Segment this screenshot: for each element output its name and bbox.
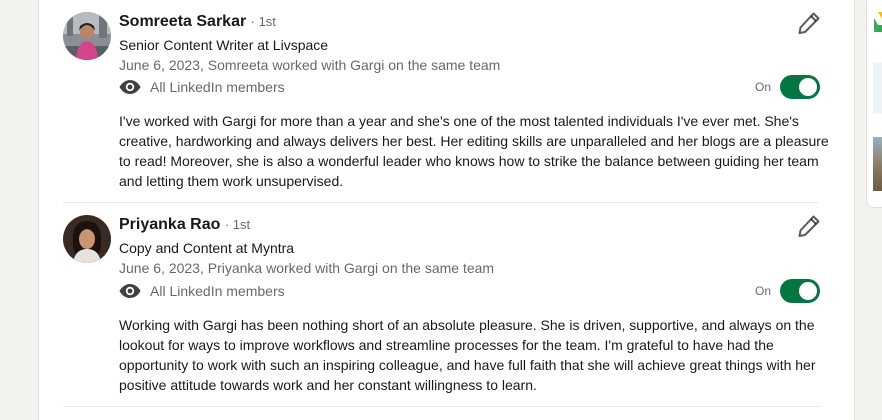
visibility-toggle[interactable] [780,75,821,99]
visibility-label: All LinkedIn members [150,283,285,299]
toggle-knob [799,78,818,96]
recommendation-text: I've worked with Gargi for more than a y… [119,113,829,189]
connection-degree: · 1st [224,217,251,232]
recommender-headline: Senior Content Writer at Livspace [119,37,329,53]
avatar[interactable] [63,12,111,60]
visibility-setting: All LinkedIn members [119,77,285,97]
recommender-headline: Copy and Content at Myntra [119,240,295,256]
eye-icon [119,284,141,298]
divider [63,406,819,407]
connection-degree: · 1st [250,14,276,29]
recommender-name[interactable]: Priyanka Rao [119,216,220,233]
visibility-setting: All LinkedIn members [119,281,285,301]
visibility-toggle-group: On [755,75,821,99]
recommendation-meta: June 6, 2023, Priyanka worked with Gargi… [119,260,495,276]
visibility-toggle[interactable] [780,279,821,303]
toggle-label: On [755,80,772,94]
edit-button[interactable] [796,213,822,239]
pencil-icon [798,215,820,237]
toggle-knob [799,282,818,300]
name-row: Priyanka Rao · 1st [119,215,250,235]
google-drive-icon [874,12,882,34]
eye-icon [119,80,141,94]
pencil-icon [798,12,820,34]
recommender-name[interactable]: Somreeta Sarkar [119,13,246,30]
divider [63,202,819,203]
visibility-label: All LinkedIn members [150,79,285,95]
recommendations-card: Somreeta Sarkar · 1st Senior Content Wri… [38,0,855,420]
name-row: Somreeta Sarkar · 1st [119,12,276,32]
avatar[interactable] [63,215,111,263]
toggle-label: On [755,284,772,298]
sidebar-thumbnail[interactable] [873,62,882,114]
visibility-toggle-group: On [755,279,821,303]
edit-button[interactable] [796,10,822,36]
sidebar-image[interactable] [873,137,882,191]
recommendation-meta: June 6, 2023, Somreeta worked with Gargi… [119,57,501,73]
recommendation-text: Working with Gargi has been nothing shor… [119,317,816,393]
